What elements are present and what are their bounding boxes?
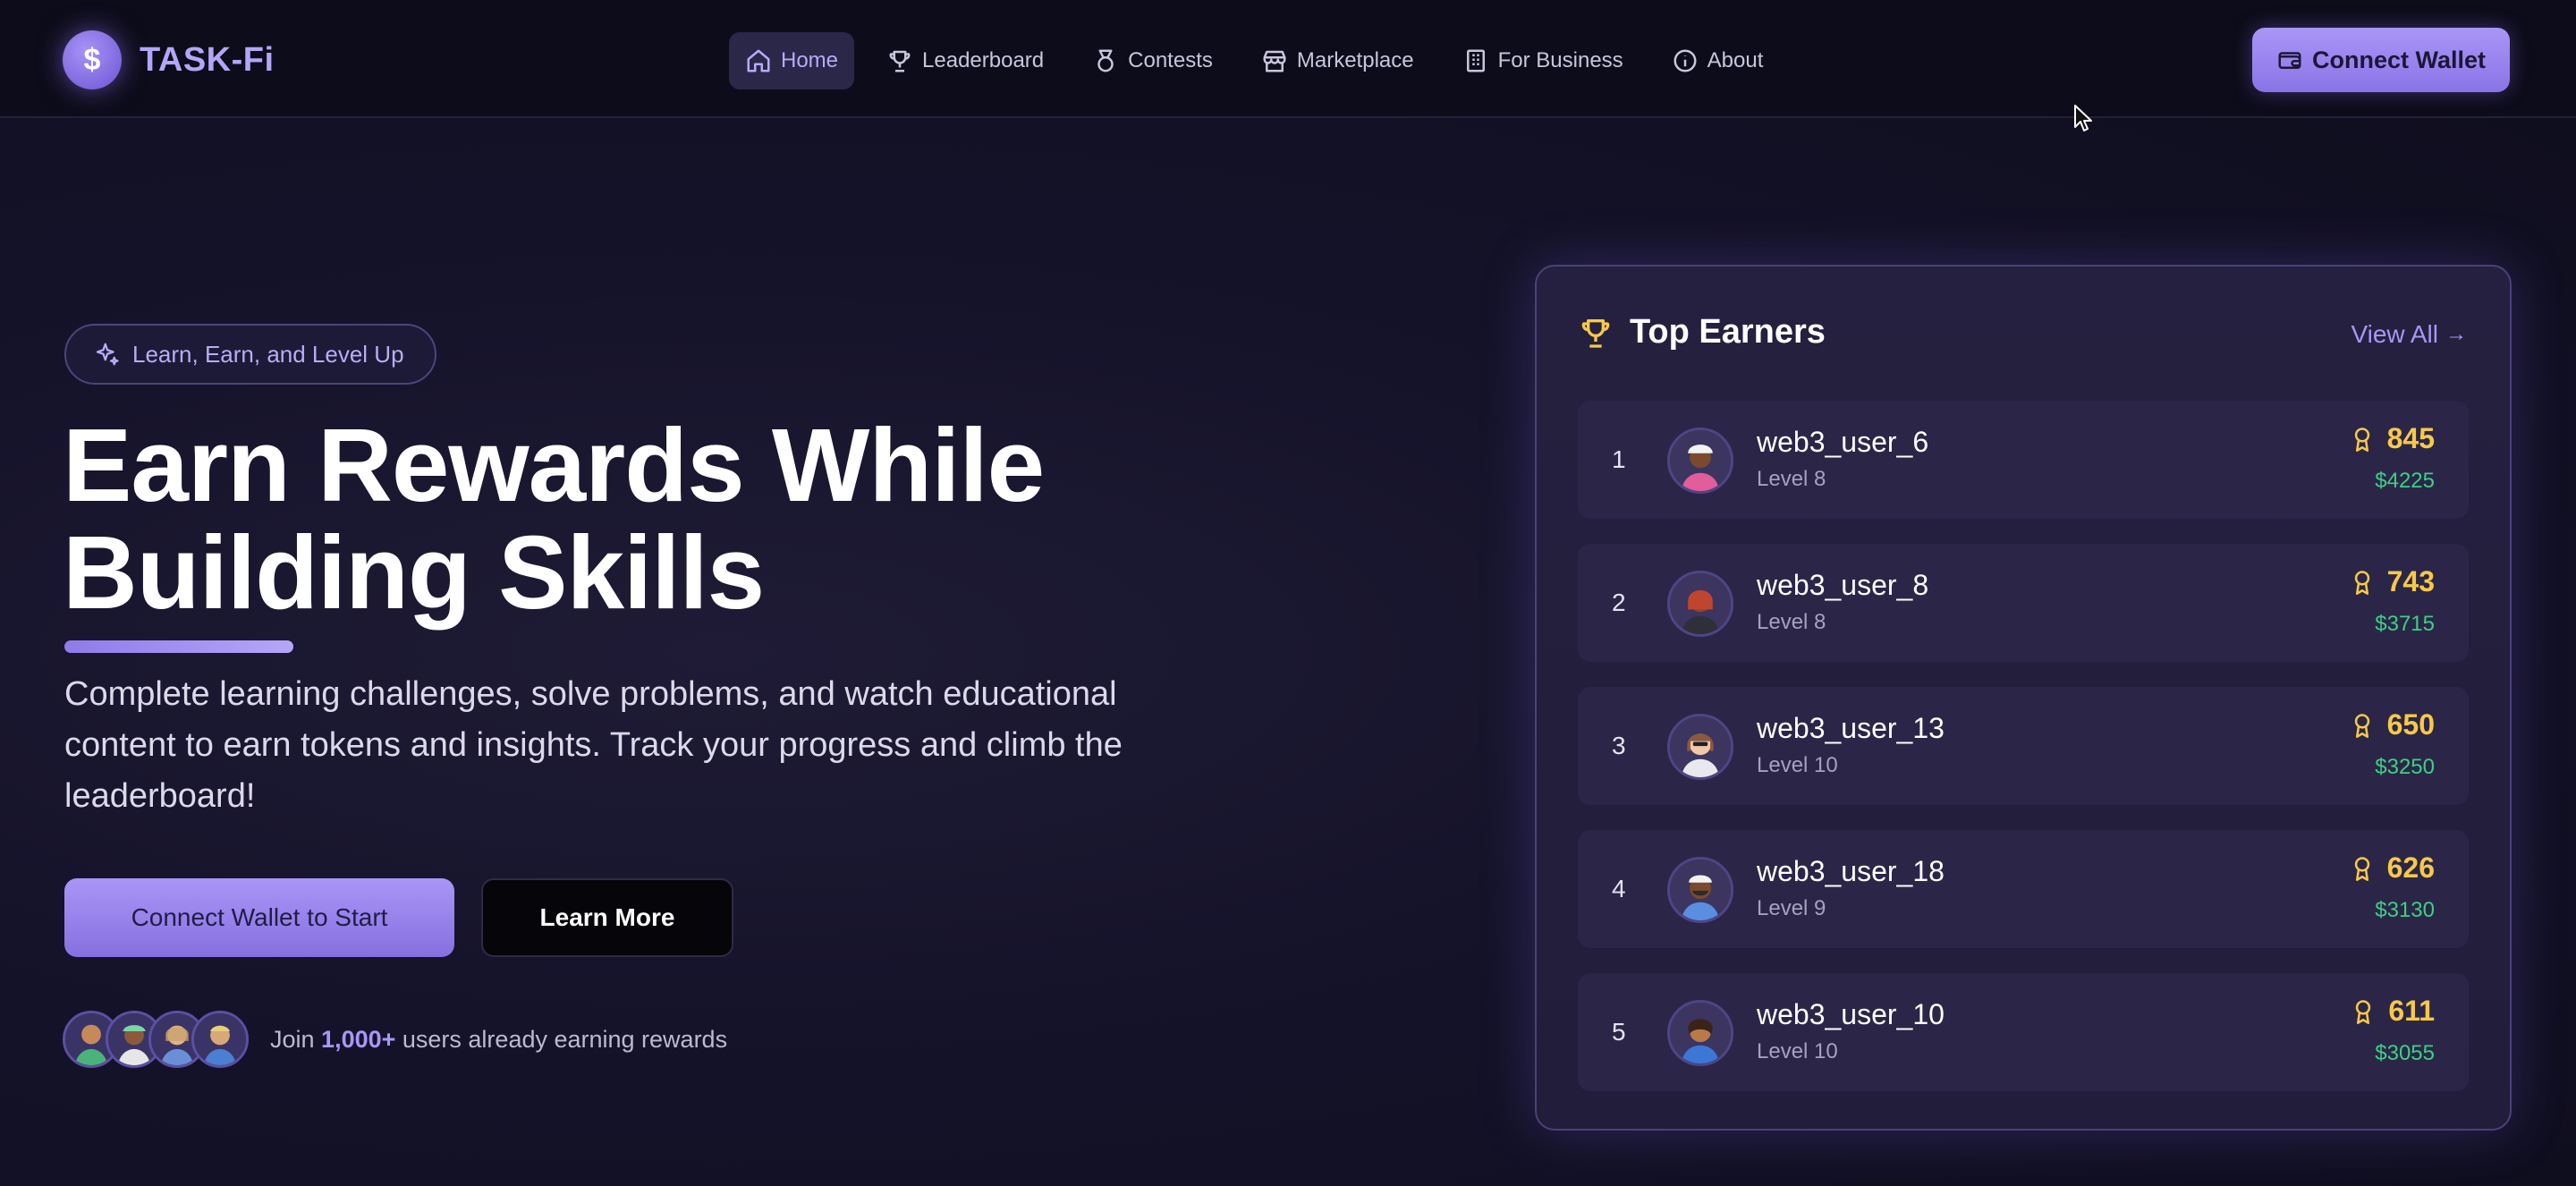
points: 743 — [2350, 565, 2435, 598]
brand-name: TASK-Fi — [140, 40, 275, 79]
points-value: 626 — [2386, 851, 2435, 884]
award-icon — [2354, 570, 2369, 595]
hero-title-line-2: Building Skills — [63, 514, 765, 631]
trophy-icon — [886, 47, 913, 74]
username: web3_user_13 — [1757, 712, 1945, 744]
rank-number: 5 — [1612, 1018, 1626, 1046]
usd-earnings: $3715 — [2375, 612, 2435, 636]
nav-leaderboard-label: Leaderboard — [922, 48, 1045, 72]
social-suffix: users already earning rewards — [395, 1025, 728, 1053]
hero-description: Complete learning challenges, solve prob… — [64, 675, 1123, 815]
award-icon — [2354, 713, 2369, 738]
tagline-text: Learn, Earn, and Level Up — [132, 340, 404, 368]
points-value: 611 — [2388, 995, 2435, 1027]
tagline-badge: Learn, Earn, and Level Up — [64, 324, 436, 385]
nav-marketplace-label: Marketplace — [1296, 48, 1414, 72]
wallet-icon — [2278, 52, 2301, 69]
leaderboard-row[interactable]: 4 web3_user_18 Level 9 626 $3130 — [1578, 830, 2469, 948]
medal-icon — [1092, 47, 1119, 74]
nav-contests-label: Contests — [1128, 48, 1213, 72]
trophy-icon — [1581, 318, 1610, 348]
username: web3_user_18 — [1757, 855, 1945, 887]
nav-contests[interactable]: Contests — [1076, 32, 1229, 89]
points-value: 743 — [2386, 565, 2435, 597]
points: 626 — [2350, 851, 2435, 885]
user-avatar — [1667, 571, 1733, 637]
top-earners-title: Top Earners — [1630, 313, 1826, 351]
rank-number: 4 — [1612, 875, 1626, 902]
user-level: Level 8 — [1757, 467, 1826, 491]
connect-wallet-label: Connect Wallet — [2311, 46, 2486, 73]
top-navbar: $ TASK-Fi Home Leaderboard Contests Mark… — [0, 0, 2576, 118]
nav-about-label: About — [1707, 48, 1764, 72]
info-icon — [1672, 47, 1699, 74]
user-avatar — [1667, 714, 1733, 780]
nav-home-label: Home — [781, 48, 839, 72]
nav-about[interactable]: About — [1656, 32, 1780, 89]
rank-number: 3 — [1612, 732, 1626, 759]
main-nav: Home Leaderboard Contests Marketplace Fo… — [729, 32, 1795, 89]
top-earners-card: Top Earners View All → 1 web3_user_6 Lev… — [1535, 265, 2512, 1131]
connect-wallet-button[interactable]: Connect Wallet — [2252, 28, 2510, 92]
award-icon — [2356, 999, 2371, 1024]
username: web3_user_8 — [1757, 569, 1929, 601]
learn-more-button[interactable]: Learn More — [481, 878, 733, 957]
user-avatar — [1667, 1000, 1733, 1066]
coin-logo-icon: $ — [63, 30, 122, 89]
user-level: Level 8 — [1757, 610, 1826, 634]
award-icon — [2354, 856, 2369, 881]
social-prefix: Join — [270, 1025, 322, 1053]
social-proof: Join 1,000+ users already earning reward… — [63, 1011, 727, 1068]
user-avatar — [1667, 857, 1733, 923]
hero-title-line-1: Earn Rewards While — [63, 407, 1045, 523]
view-all-label: View All — [2351, 320, 2438, 348]
leaderboard-list: 1 web3_user_6 Level 8 845 $4225 2 web3_u… — [1578, 401, 2469, 1116]
mouse-cursor-icon — [2074, 105, 2092, 131]
brand-logo[interactable]: $ TASK-Fi — [63, 30, 275, 89]
usd-earnings: $3055 — [2375, 1041, 2435, 1065]
usd-earnings: $3250 — [2375, 755, 2435, 779]
sparkles-icon — [96, 343, 119, 366]
nav-home[interactable]: Home — [729, 32, 855, 89]
username: web3_user_6 — [1757, 426, 1929, 458]
hero-title: Earn Rewards While Building Skills — [63, 411, 1136, 626]
user-level: Level 10 — [1757, 1039, 1838, 1063]
points: 611 — [2351, 995, 2435, 1028]
social-proof-text: Join 1,000+ users already earning reward… — [270, 1026, 727, 1054]
points-value: 650 — [2386, 708, 2435, 741]
user-avatar — [1667, 428, 1733, 494]
points: 845 — [2350, 422, 2435, 455]
nav-for-business[interactable]: For Business — [1446, 32, 1640, 89]
user-level: Level 10 — [1757, 753, 1838, 777]
arrow-right-icon: → — [2445, 322, 2467, 346]
points-value: 845 — [2386, 422, 2435, 454]
usd-earnings: $3130 — [2375, 898, 2435, 922]
home-icon — [745, 47, 772, 74]
leaderboard-row[interactable]: 5 web3_user_10 Level 10 611 $3055 — [1578, 973, 2469, 1091]
title-underline-decoration — [64, 640, 293, 653]
username: web3_user_10 — [1757, 998, 1945, 1030]
view-all-link[interactable]: View All → — [2351, 320, 2467, 349]
rank-number: 1 — [1612, 445, 1626, 473]
nav-marketplace[interactable]: Marketplace — [1245, 32, 1430, 89]
user-avatar-stack — [63, 1011, 249, 1068]
nav-leaderboard[interactable]: Leaderboard — [870, 32, 1060, 89]
leaderboard-row[interactable]: 2 web3_user_8 Level 8 743 $3715 — [1578, 544, 2469, 662]
points: 650 — [2350, 708, 2435, 741]
top-earners-header: Top Earners — [1578, 313, 1826, 352]
nav-for-business-label: For Business — [1497, 48, 1623, 72]
avatar — [191, 1011, 249, 1068]
user-level: Level 9 — [1757, 896, 1826, 920]
usd-earnings: $4225 — [2375, 469, 2435, 493]
rank-number: 2 — [1612, 589, 1626, 616]
store-icon — [1261, 47, 1288, 74]
leaderboard-row[interactable]: 1 web3_user_6 Level 8 845 $4225 — [1578, 401, 2469, 519]
leaderboard-row[interactable]: 3 web3_user_13 Level 10 650 $3250 — [1578, 687, 2469, 805]
user-count: 1,000+ — [321, 1025, 396, 1053]
connect-wallet-to-start-button[interactable]: Connect Wallet to Start — [64, 878, 454, 957]
building-icon — [1462, 47, 1489, 74]
award-icon — [2354, 427, 2369, 452]
